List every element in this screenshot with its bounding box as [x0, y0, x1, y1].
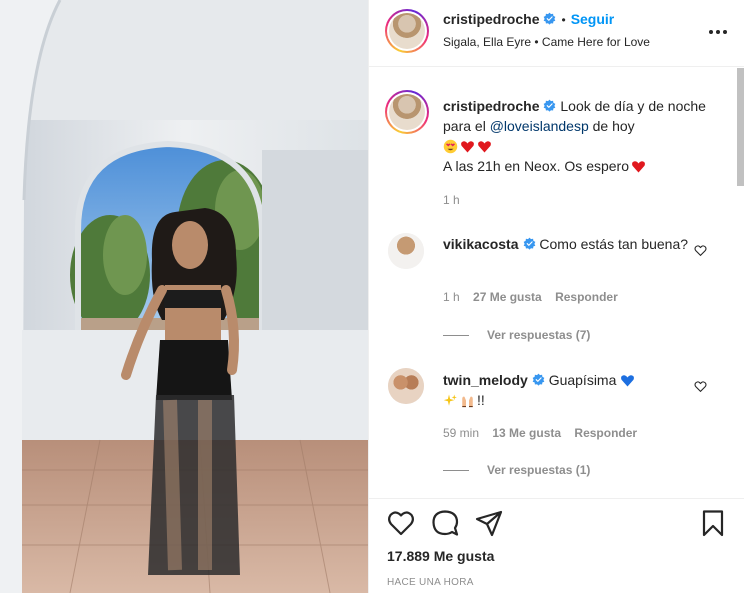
likes-count[interactable]: 17.889 Me gusta: [387, 548, 494, 564]
replies-divider: [443, 469, 469, 471]
comments-scrollbar[interactable]: [737, 68, 744, 186]
caption-text-part2: de hoy: [592, 118, 635, 134]
comment-text: Como estás tan buena?: [539, 236, 689, 252]
comment-avatar-vikikacosta[interactable]: [388, 233, 424, 269]
follow-button[interactable]: Seguir: [571, 11, 615, 27]
comment-text-tail: !!: [477, 392, 485, 408]
caption-username[interactable]: cristipedroche: [443, 98, 539, 114]
post-media-illustration: [0, 0, 368, 593]
comment-1: vikikacosta Como estás tan buena?: [443, 234, 693, 254]
comment-username[interactable]: vikikacosta: [443, 236, 519, 252]
more-options-icon[interactable]: [707, 22, 729, 42]
comment-avatar-image: [388, 233, 424, 269]
caption-avatar-image: [389, 94, 425, 130]
post-timestamp[interactable]: HACE UNA HORA: [387, 577, 474, 588]
comment-like-heart-icon[interactable]: [694, 380, 707, 393]
view-replies-label: Ver respuestas (1): [487, 463, 591, 477]
caption-avatar[interactable]: [385, 90, 429, 134]
comment-2-meta: 59 min 13 Me gusta Responder: [443, 426, 637, 440]
heart-eyes-emoji: [443, 139, 458, 154]
verified-badge-icon: [523, 237, 535, 250]
view-replies-2[interactable]: Ver respuestas (1): [443, 463, 590, 477]
comment-text: Guapísima: [548, 372, 617, 388]
heart-emoji: [632, 161, 645, 173]
sparkles-emoji: [443, 394, 457, 406]
blue-heart-emoji: [621, 375, 635, 387]
comment-likes[interactable]: 13 Me gusta: [492, 426, 561, 440]
comment-2: twin_melody Guapísima !!: [443, 370, 693, 410]
comment-likes[interactable]: 27 Me gusta: [473, 290, 542, 304]
author-username[interactable]: cristipedroche: [443, 11, 539, 27]
caption-mention-link[interactable]: @loveislandesp: [490, 118, 589, 134]
separator-dot: •: [561, 13, 566, 27]
comment-like-heart-icon[interactable]: [694, 244, 707, 257]
heart-emoji: [478, 141, 491, 153]
verified-badge-icon: [544, 12, 556, 25]
comment-username[interactable]: twin_melody: [443, 372, 528, 388]
audio-track[interactable]: Sigala, Ella Eyre • Came Here for Love: [443, 35, 650, 49]
author-avatar-image: [389, 13, 425, 49]
post-details-panel: cristipedroche • Seguir Sigala, Ella Eyre …: [368, 0, 744, 593]
heart-icon[interactable]: [387, 509, 415, 537]
comment-icon[interactable]: [431, 509, 459, 537]
view-replies-label: Ver respuestas (7): [487, 328, 591, 342]
comment-time[interactable]: 59 min: [443, 426, 479, 440]
bookmark-icon[interactable]: [699, 509, 727, 537]
verified-badge-icon: [532, 373, 545, 386]
post-video[interactable]: [0, 0, 368, 593]
header-title-row: cristipedroche • Seguir: [443, 11, 614, 27]
share-icon[interactable]: [475, 509, 503, 537]
heart-emoji: [461, 141, 474, 153]
verified-badge-icon: [544, 99, 556, 112]
comment-1-meta: 1 h 27 Me gusta Responder: [443, 290, 618, 304]
comment-avatar-image: [388, 368, 424, 404]
author-avatar[interactable]: [385, 9, 429, 53]
raised-hands-emoji: [462, 396, 473, 408]
replies-divider: [443, 334, 469, 336]
comments-area[interactable]: cristipedroche Look de día y de noche pa…: [369, 68, 744, 497]
caption-time[interactable]: 1 h: [443, 193, 460, 207]
comment-avatar-twin-melody[interactable]: [388, 368, 424, 404]
post-header: cristipedroche • Seguir Sigala, Ella Eyre …: [369, 0, 744, 67]
reply-button[interactable]: Responder: [574, 426, 637, 440]
comment-time[interactable]: 1 h: [443, 290, 460, 304]
reply-button[interactable]: Responder: [555, 290, 618, 304]
view-replies-1[interactable]: Ver respuestas (7): [443, 328, 590, 342]
caption-line2: A las 21h en Neox. Os espero: [443, 158, 629, 174]
instagram-post: cristipedroche • Seguir Sigala, Ella Eyre …: [0, 0, 744, 593]
caption: cristipedroche Look de día y de noche pa…: [443, 96, 733, 176]
